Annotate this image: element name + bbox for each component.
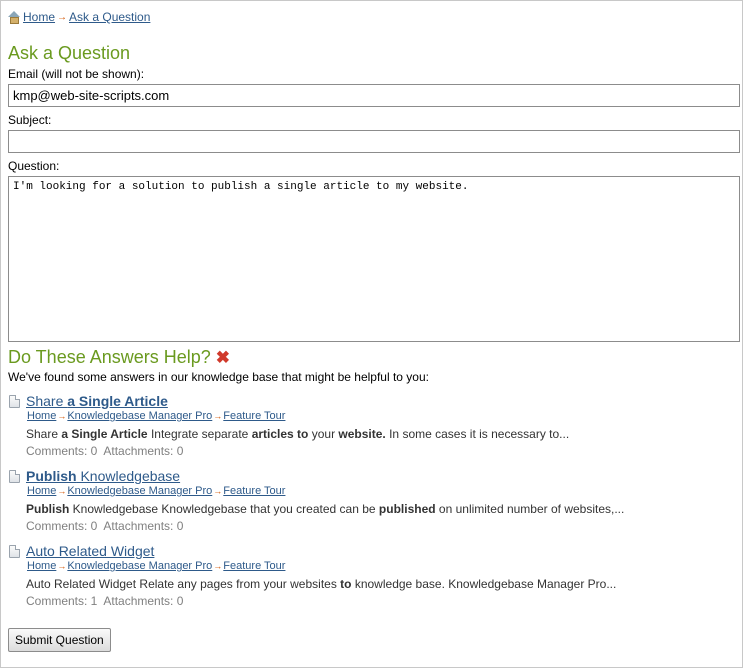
arrow-right-icon: → xyxy=(57,486,67,496)
subject-label: Subject: xyxy=(8,113,52,127)
answer-title-part: Auto Related Widget xyxy=(26,543,155,559)
answer-breadcrumb-link[interactable]: Feature Tour xyxy=(223,410,285,422)
answer-title-link[interactable]: Publish Knowledgebase xyxy=(26,468,180,484)
arrow-right-icon: → xyxy=(213,486,223,496)
answer-meta: Comments: 0 Attachments: 0 xyxy=(26,519,735,533)
close-x-icon[interactable]: ✖ xyxy=(216,349,230,366)
answer-title-part: Knowledgebase xyxy=(76,468,181,484)
answer-snippet-part: published xyxy=(378,502,436,516)
question-label: Question: xyxy=(8,159,60,173)
answer-snippet-part: on unlimited number of websites,... xyxy=(435,502,625,516)
answer-title-link[interactable]: Share a Single Article xyxy=(26,393,168,409)
answer-snippet-part: Integrate separate xyxy=(147,427,252,441)
breadcrumb: Home → Ask a Question xyxy=(8,1,735,26)
answer-breadcrumb-link[interactable]: Feature Tour xyxy=(223,560,285,572)
answer-snippet-part: to xyxy=(340,577,352,591)
answer-snippet-part: Auto Related Widget Relate any pages fro… xyxy=(26,577,341,591)
answer-snippet-part: knowledge base. Knowledgebase Manager Pr… xyxy=(351,577,617,591)
answer-snippet: Publish Knowledgebase Knowledgebase that… xyxy=(26,502,735,516)
document-icon xyxy=(9,469,20,483)
answers-intro: We've found some answers in our knowledg… xyxy=(8,370,429,384)
answers-list: Share a Single Article Home→Knowledgebase… xyxy=(8,393,735,608)
answer-snippet: Share a Single Article Integrate separat… xyxy=(26,427,735,441)
answer-title-row: Publish Knowledgebase xyxy=(8,468,735,484)
answer-item: Share a Single Article Home→Knowledgebase… xyxy=(8,393,735,458)
answer-breadcrumb-link[interactable]: Home xyxy=(27,485,56,497)
arrow-right-icon: → xyxy=(57,561,67,571)
answer-breadcrumb-link[interactable]: Feature Tour xyxy=(223,485,285,497)
answer-breadcrumb: Home→Knowledgebase Manager Pro→Feature T… xyxy=(27,560,735,572)
answer-snippet-part: your xyxy=(308,427,339,441)
answer-breadcrumb-link[interactable]: Home xyxy=(27,560,56,572)
answer-breadcrumb-link[interactable]: Knowledgebase Manager Pro xyxy=(67,560,212,572)
answer-meta: Comments: 1 Attachments: 0 xyxy=(26,594,735,608)
answer-title-row: Share a Single Article xyxy=(8,393,735,409)
answer-breadcrumb-link[interactable]: Knowledgebase Manager Pro xyxy=(67,485,212,497)
arrow-right-icon: → xyxy=(213,561,223,571)
subject-field[interactable] xyxy=(8,130,740,153)
attachments-count: Attachments: 0 xyxy=(103,519,184,533)
comments-count: Comments: 0 xyxy=(26,519,98,533)
email-field[interactable] xyxy=(8,84,740,107)
breadcrumb-ask-question-link[interactable]: Ask a Question xyxy=(69,10,150,24)
answer-title-part: Publish xyxy=(26,468,77,484)
question-textarea[interactable]: I'm looking for a solution to publish a … xyxy=(8,176,740,342)
answer-snippet-part: Publish xyxy=(26,502,70,516)
answer-breadcrumb: Home→Knowledgebase Manager Pro→Feature T… xyxy=(27,485,735,497)
answer-snippet-part: articles to xyxy=(251,427,309,441)
answer-snippet-part: In some cases it is necessary to... xyxy=(385,427,570,441)
attachments-count: Attachments: 0 xyxy=(103,594,184,608)
answer-title-link[interactable]: Auto Related Widget xyxy=(26,543,154,559)
document-icon xyxy=(9,394,20,408)
email-label: Email (will not be shown): xyxy=(8,67,145,81)
comments-count: Comments: 0 xyxy=(26,444,98,458)
arrow-right-icon: → xyxy=(57,411,67,421)
answer-title-part: a Single Article xyxy=(67,393,168,409)
answer-title-row: Auto Related Widget xyxy=(8,543,735,559)
answer-breadcrumb-link[interactable]: Home xyxy=(27,410,56,422)
answers-heading: Do These Answers Help? ✖ xyxy=(8,347,735,368)
answer-item: Publish Knowledgebase Home→Knowledgebase … xyxy=(8,468,735,533)
arrow-right-icon: → xyxy=(57,11,68,23)
answer-title-part: Share xyxy=(26,393,68,409)
answer-breadcrumb-link[interactable]: Knowledgebase Manager Pro xyxy=(67,410,212,422)
answers-title: Do These Answers Help? xyxy=(8,347,211,367)
answer-meta: Comments: 0 Attachments: 0 xyxy=(26,444,735,458)
submit-question-button[interactable]: Submit Question xyxy=(8,628,111,652)
answer-item: Auto Related Widget Home→Knowledgebase Ma… xyxy=(8,543,735,608)
answer-breadcrumb: Home→Knowledgebase Manager Pro→Feature T… xyxy=(27,410,735,422)
answer-snippet-part: Knowledgebase Knowledgebase that you cre… xyxy=(69,502,379,516)
page: Home → Ask a Question Ask a Question Ema… xyxy=(1,1,742,652)
attachments-count: Attachments: 0 xyxy=(103,444,184,458)
page-title: Ask a Question xyxy=(8,43,131,63)
document-icon xyxy=(9,544,20,558)
answer-snippet-part: a Single Article xyxy=(61,427,148,441)
answer-snippet: Auto Related Widget Relate any pages fro… xyxy=(26,577,735,591)
arrow-right-icon: → xyxy=(213,411,223,421)
home-icon xyxy=(8,10,21,24)
answer-snippet-part: Share xyxy=(26,427,62,441)
comments-count: Comments: 1 xyxy=(26,594,98,608)
answer-snippet-part: website. xyxy=(338,427,386,441)
breadcrumb-home-link[interactable]: Home xyxy=(23,10,55,24)
